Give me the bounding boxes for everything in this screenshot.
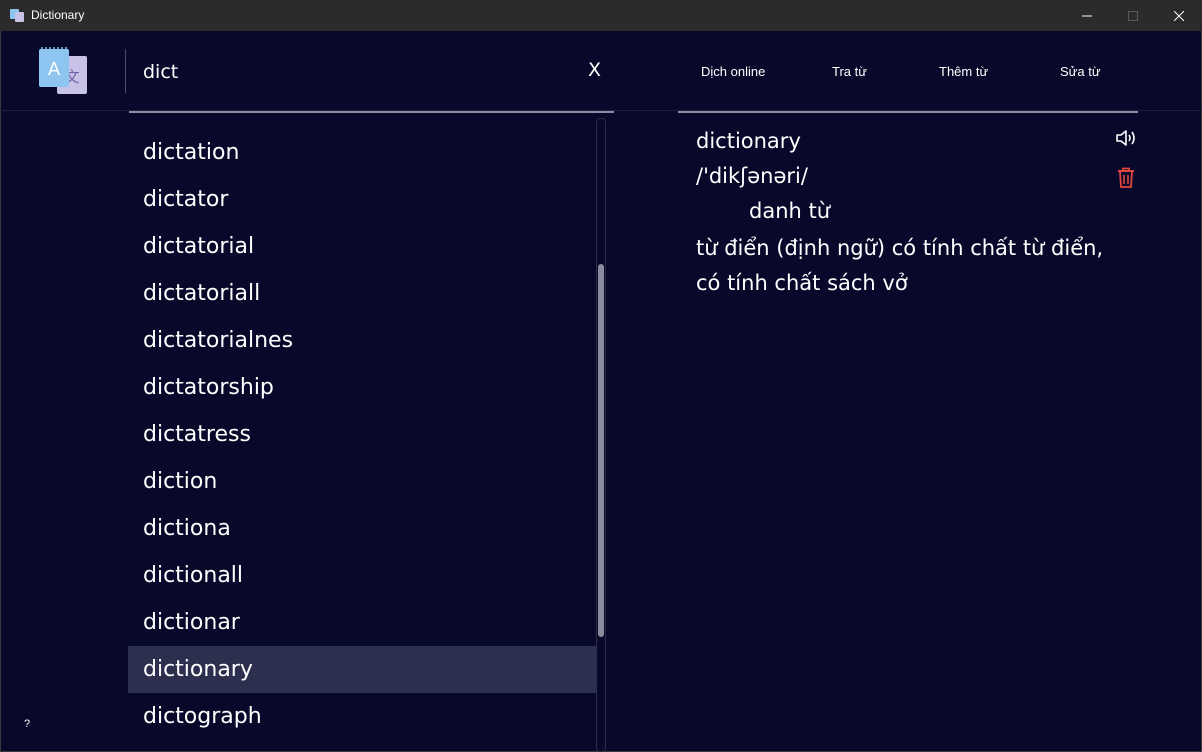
close-button[interactable] — [1156, 0, 1202, 31]
word-list: dictation dictator dictatorial dictatori… — [128, 129, 596, 752]
maximize-button[interactable] — [1110, 0, 1156, 31]
definition-panel: dictionary /'dikʃənəri/ danh từ từ điển … — [696, 126, 1116, 301]
maximize-icon — [1128, 10, 1138, 21]
speaker-icon[interactable] — [1115, 127, 1137, 149]
nav-underline — [678, 111, 1138, 113]
list-item[interactable]: dictator — [128, 176, 596, 223]
nav-tra-tu-button[interactable]: Tra từ — [832, 64, 867, 79]
list-item[interactable]: dictionall — [128, 552, 596, 599]
svg-text:A: A — [48, 59, 61, 80]
help-button[interactable]: ? — [24, 718, 30, 730]
clear-search-button[interactable]: X — [588, 59, 601, 81]
title-bar: Dictionary — [0, 0, 1202, 31]
list-item[interactable]: diction — [128, 458, 596, 505]
list-item[interactable]: dictiona — [128, 505, 596, 552]
trash-icon[interactable] — [1117, 167, 1135, 188]
list-item[interactable]: dictionar — [128, 599, 596, 646]
minimize-button[interactable] — [1064, 0, 1110, 31]
nav-them-tu-button[interactable]: Thêm từ — [939, 64, 988, 79]
minimize-icon — [1082, 15, 1092, 16]
nav-sua-tu-button[interactable]: Sửa từ — [1060, 64, 1101, 79]
definition-word: dictionary — [696, 129, 801, 153]
definition-phonetic: /'dikʃənəri/ — [696, 164, 808, 188]
search-underline — [129, 111, 614, 113]
nav-dich-online-button[interactable]: Dịch online — [701, 64, 765, 79]
list-item[interactable]: dictatorship — [128, 364, 596, 411]
dictionary-app-icon: 文 A — [39, 47, 87, 94]
list-item[interactable]: dictograph — [128, 693, 596, 740]
list-item[interactable]: dictatress — [128, 411, 596, 458]
list-item-selected[interactable]: dictionary — [128, 646, 596, 693]
header-divider — [125, 49, 126, 93]
definition-meaning: từ điển (định ngữ) có tính chất từ điển,… — [696, 236, 1104, 295]
window-title: Dictionary — [31, 8, 85, 22]
scrollbar-thumb[interactable] — [598, 264, 604, 637]
list-item[interactable]: dictatoriall — [128, 270, 596, 317]
search-input[interactable] — [143, 58, 563, 86]
definition-part-of-speech: danh từ — [749, 199, 831, 223]
list-item[interactable]: dictatorialnes — [128, 317, 596, 364]
app-icon — [10, 9, 24, 22]
list-item[interactable]: dictation — [128, 129, 596, 176]
close-icon — [1174, 10, 1184, 21]
list-item[interactable]: dictatorial — [128, 223, 596, 270]
